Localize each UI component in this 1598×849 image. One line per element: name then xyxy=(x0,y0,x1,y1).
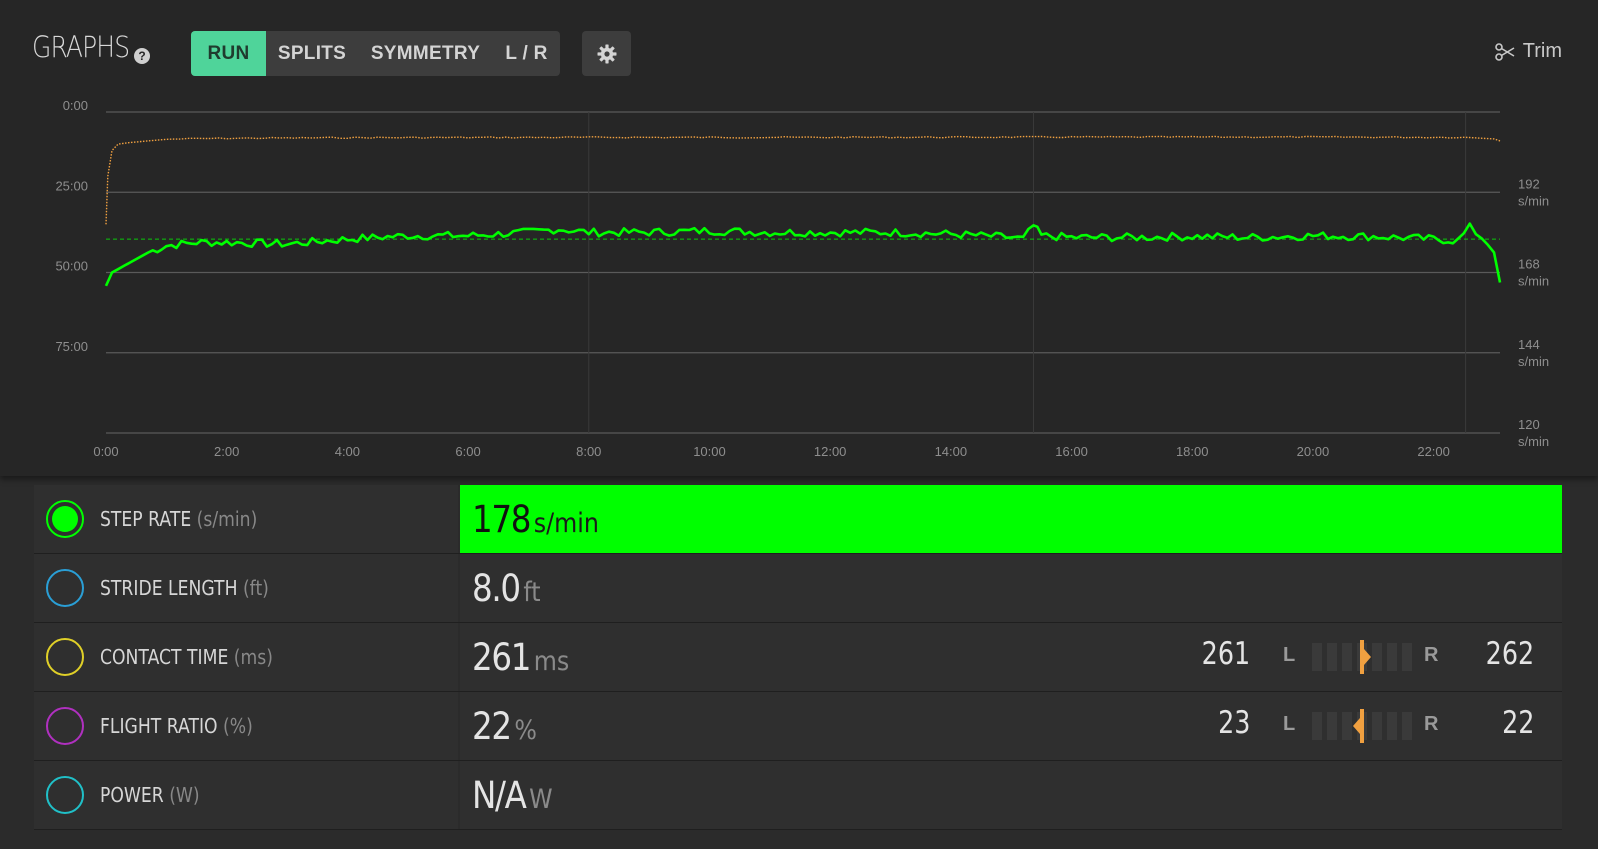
symmetry-indicator: 23 L R 22 xyxy=(1142,692,1562,760)
left-axis-tick: 50:00 xyxy=(55,259,88,274)
metric-label: CONTACT TIME (ms) xyxy=(100,645,273,669)
series-toggle-circle[interactable] xyxy=(46,707,84,745)
metric-label: STRIDE LENGTH (ft) xyxy=(100,576,269,600)
x-axis-tick: 12:00 xyxy=(814,444,847,459)
selected-dot xyxy=(52,506,78,532)
right-value: 262 xyxy=(1485,636,1534,672)
balance-segment xyxy=(1342,712,1352,740)
metric-row-stride-length: STRIDE LENGTH (ft) 8.0 ft xyxy=(34,554,1562,623)
balance-segment xyxy=(1327,712,1337,740)
metric-value-cell: 8.0 ft xyxy=(460,554,1562,622)
metric-row-power: POWER (W) N/A W xyxy=(34,761,1562,830)
left-label: L xyxy=(1283,713,1296,735)
right-axis-tick: 168 s/min xyxy=(1518,257,1549,289)
right-label: R xyxy=(1424,713,1439,735)
metric-value-cell: 178 s/min xyxy=(460,485,1562,553)
gear-icon xyxy=(597,44,616,63)
step-rate-series-line xyxy=(104,222,1502,287)
left-axis-tick: 75:00 xyxy=(55,339,88,354)
balance-segment xyxy=(1387,643,1397,671)
symmetry-indicator: 261 L R 262 xyxy=(1142,623,1562,691)
pace-series-line xyxy=(105,135,1501,225)
balance-segment xyxy=(1342,643,1352,671)
settings-button[interactable] xyxy=(582,31,631,76)
view-tabs: RUN SPLITS SYMMETRY L / R xyxy=(191,31,560,76)
x-axis-tick: 8:00 xyxy=(576,444,601,459)
right-label: R xyxy=(1424,644,1439,666)
tab-splits[interactable]: SPLITS xyxy=(266,31,358,76)
metric-value-cell: 261 ms 261 L R 262 xyxy=(460,623,1562,691)
tab-run[interactable]: RUN xyxy=(191,31,266,76)
x-axis-tick: 6:00 xyxy=(455,444,480,459)
balance-segment xyxy=(1372,643,1382,671)
metric-value: 178 s/min xyxy=(472,497,600,541)
metric-toggle-flight-ratio[interactable]: FLIGHT RATIO (%) xyxy=(34,692,459,760)
question-circle-icon[interactable]: ? xyxy=(134,48,150,64)
metric-value: 8.0 ft xyxy=(472,566,542,610)
scissors-icon xyxy=(1494,42,1515,61)
series-toggle-circle[interactable] xyxy=(46,500,84,538)
tab-symmetry[interactable]: SYMMETRY xyxy=(358,31,493,76)
arrow-right-icon xyxy=(1364,649,1371,665)
metric-value: 22% xyxy=(472,704,538,748)
left-axis-tick: 0:00 xyxy=(63,98,88,113)
metric-row-contact-time: CONTACT TIME (ms) 261 ms 261 L R 262 xyxy=(34,623,1562,692)
balance-segment xyxy=(1387,712,1397,740)
x-axis-tick: 20:00 xyxy=(1297,444,1330,459)
metric-value-cell: N/A W xyxy=(460,761,1562,829)
balance-segment xyxy=(1402,712,1412,740)
x-axis-tick: 16:00 xyxy=(1055,444,1088,459)
metric-label: FLIGHT RATIO (%) xyxy=(100,714,253,738)
x-axis-tick: 18:00 xyxy=(1176,444,1209,459)
balance-marker xyxy=(1360,709,1364,743)
x-axis-tick: 0:00 xyxy=(93,444,118,459)
metric-value-cell: 22% 23 L R 22 xyxy=(460,692,1562,760)
metric-label: STEP RATE (s/min) xyxy=(100,507,258,531)
metric-toggle-stride-length[interactable]: STRIDE LENGTH (ft) xyxy=(34,554,459,622)
metric-value: 261 ms xyxy=(472,635,570,679)
tab-left-right[interactable]: L / R xyxy=(493,31,560,76)
metric-row-step-rate: STEP RATE (s/min) 178 s/min xyxy=(34,485,1562,554)
series-toggle-circle[interactable] xyxy=(46,569,84,607)
metric-toggle-power[interactable]: POWER (W) xyxy=(34,761,459,829)
right-axis-tick: 192 s/min xyxy=(1518,176,1549,208)
x-axis-tick: 14:00 xyxy=(935,444,968,459)
graph-panel: GRAPHS ? RUN SPLITS SYMMETRY L / R Trim … xyxy=(0,0,1598,476)
metrics-table: STEP RATE (s/min) 178 s/min STRIDE LENGTH… xyxy=(34,485,1562,830)
metric-label: POWER (W) xyxy=(100,783,200,807)
right-value: 22 xyxy=(1501,705,1534,741)
left-axis-tick: 25:00 xyxy=(55,178,88,193)
x-axis-tick: 10:00 xyxy=(693,444,726,459)
right-axis-tick: 120 s/min xyxy=(1518,417,1549,449)
left-value: 23 xyxy=(1217,705,1250,741)
trim-button[interactable]: Trim xyxy=(1494,40,1562,63)
series-toggle-circle[interactable] xyxy=(46,638,84,676)
x-axis-tick: 22:00 xyxy=(1417,444,1450,459)
page-title: GRAPHS xyxy=(32,30,130,64)
arrow-left-icon xyxy=(1353,718,1360,734)
left-value: 261 xyxy=(1201,636,1250,672)
balance-segment xyxy=(1372,712,1382,740)
metric-row-flight-ratio: FLIGHT RATIO (%) 22% 23 L R 22 xyxy=(34,692,1562,761)
balance-segment xyxy=(1402,643,1412,671)
x-axis-tick: 2:00 xyxy=(214,444,239,459)
trim-label: Trim xyxy=(1522,40,1562,62)
balance-segment xyxy=(1312,643,1322,671)
left-label: L xyxy=(1283,644,1296,666)
metric-toggle-contact-time[interactable]: CONTACT TIME (ms) xyxy=(34,623,459,691)
right-axis-tick: 144 s/min xyxy=(1518,337,1549,369)
balance-segment xyxy=(1327,643,1337,671)
x-axis-tick: 4:00 xyxy=(335,444,360,459)
balance-segment xyxy=(1312,712,1322,740)
metric-value: N/A W xyxy=(472,773,554,817)
run-chart[interactable]: 0:00 25:00 50:00 75:00 192 s/min 168 s/min 144 s/… xyxy=(0,90,1598,466)
metric-toggle-step-rate[interactable]: STEP RATE (s/min) xyxy=(34,485,459,553)
series-toggle-circle[interactable] xyxy=(46,776,84,814)
